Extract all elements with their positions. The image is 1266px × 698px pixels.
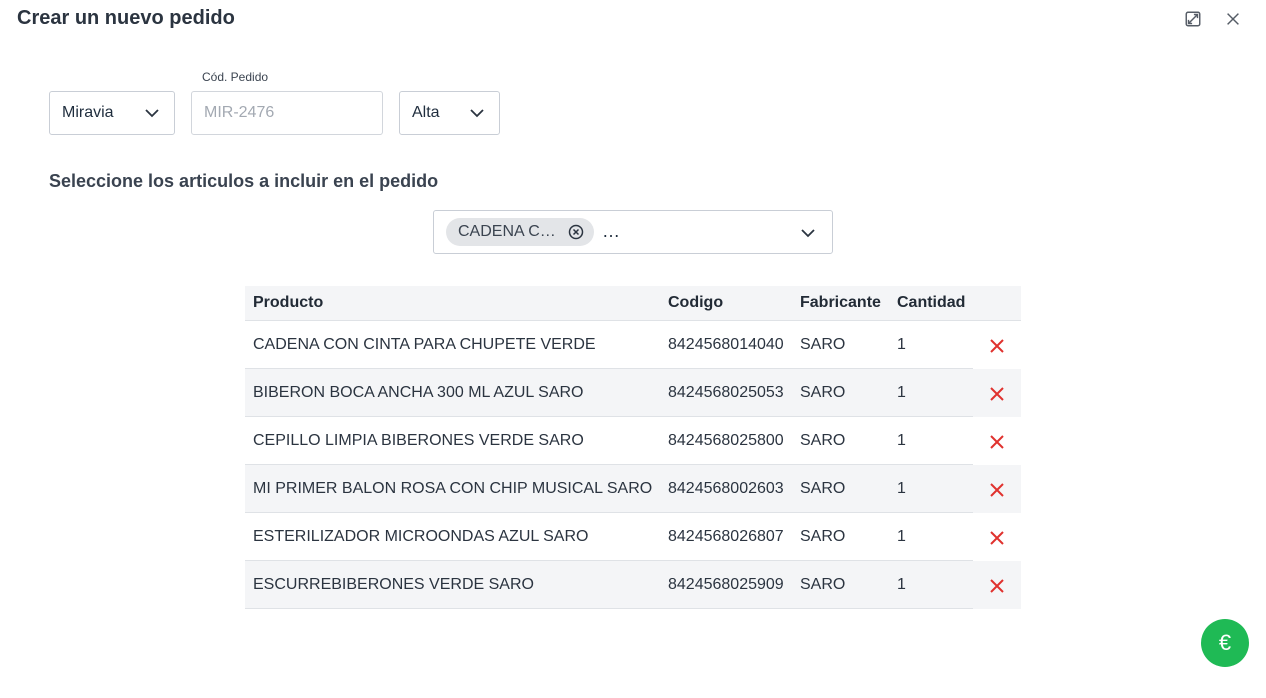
delete-row-icon[interactable] [987, 336, 1007, 356]
chevron-down-icon [469, 105, 485, 121]
table-row: CADENA CON CINTA PARA CHUPETE VERDE 8424… [245, 321, 1021, 369]
cell-code: 8424568025800 [668, 432, 784, 449]
cell-manufacturer: SARO [800, 384, 846, 401]
cell-quantity: 1 [897, 432, 906, 449]
items-multiselect[interactable]: CADENA C… … [433, 210, 833, 254]
header-quantity: Cantidad [897, 294, 966, 311]
marketplace-select-value: Miravia [62, 104, 114, 121]
cell-manufacturer: SARO [800, 432, 846, 449]
cell-quantity: 1 [897, 384, 906, 401]
close-icon[interactable] [1223, 9, 1243, 29]
order-code-label: Cód. Pedido [202, 70, 269, 84]
header-code: Codigo [668, 294, 724, 311]
delete-row-icon[interactable] [987, 576, 1007, 596]
table-row: CEPILLO LIMPIA BIBERONES VERDE SARO 8424… [245, 417, 1021, 465]
cell-quantity: 1 [897, 336, 906, 353]
cell-manufacturer: SARO [800, 576, 846, 593]
header-manufacturer: Fabricante [800, 294, 881, 311]
cell-quantity: 1 [897, 576, 906, 593]
cell-product: CADENA CON CINTA PARA CHUPETE VERDE [253, 336, 596, 353]
header-product: Producto [253, 294, 324, 311]
delete-row-icon[interactable] [987, 384, 1007, 404]
table-row: ESTERILIZADOR MICROONDAS AZUL SARO 84245… [245, 513, 1021, 561]
selected-item-chip: CADENA C… [446, 218, 594, 246]
remove-chip-icon[interactable] [568, 224, 584, 240]
items-table: Producto Codigo Fabricante Cantidad CADE… [245, 286, 1021, 609]
euro-icon: € [1218, 630, 1232, 655]
cell-code: 8424568025053 [668, 384, 784, 401]
cell-product: ESCURREBIBERONES VERDE SARO [253, 576, 534, 593]
items-section-title: Seleccione los articulos a incluir en el… [49, 171, 439, 191]
cell-quantity: 1 [897, 528, 906, 545]
priority-select[interactable]: Alta [399, 91, 500, 135]
cell-product: ESTERILIZADOR MICROONDAS AZUL SARO [253, 528, 589, 545]
table-header: Producto Codigo Fabricante Cantidad [245, 286, 1021, 321]
cell-quantity: 1 [897, 480, 906, 497]
cell-manufacturer: SARO [800, 480, 846, 497]
chevron-down-icon [800, 225, 816, 241]
cell-manufacturer: SARO [800, 336, 846, 353]
euro-fab-button[interactable]: € [1201, 619, 1249, 667]
cell-manufacturer: SARO [800, 528, 846, 545]
table-row: ESCURREBIBERONES VERDE SARO 842456802590… [245, 561, 1021, 609]
header-actions [973, 286, 1021, 320]
cell-product: CEPILLO LIMPIA BIBERONES VERDE SARO [253, 432, 584, 449]
cell-code: 8424568002603 [668, 480, 784, 497]
modal-title: Crear un nuevo pedido [17, 7, 235, 29]
delete-row-icon[interactable] [987, 480, 1007, 500]
cell-code: 8424568025909 [668, 576, 784, 593]
more-items-indicator: … [602, 221, 620, 241]
table-row: MI PRIMER BALON ROSA CON CHIP MUSICAL SA… [245, 465, 1021, 513]
expand-icon[interactable] [1183, 9, 1203, 29]
chevron-down-icon [144, 105, 160, 121]
selected-item-chip-label: CADENA C… [458, 223, 556, 240]
order-code-input[interactable] [191, 91, 383, 135]
cell-product: MI PRIMER BALON ROSA CON CHIP MUSICAL SA… [253, 480, 653, 497]
cell-code: 8424568026807 [668, 528, 784, 545]
marketplace-select[interactable]: Miravia [49, 91, 175, 135]
cell-product: BIBERON BOCA ANCHA 300 ML AZUL SARO [253, 384, 584, 401]
delete-row-icon[interactable] [987, 432, 1007, 452]
cell-code: 8424568014040 [668, 336, 784, 353]
delete-row-icon[interactable] [987, 528, 1007, 548]
priority-select-value: Alta [412, 104, 440, 121]
table-row: BIBERON BOCA ANCHA 300 ML AZUL SARO 8424… [245, 369, 1021, 417]
